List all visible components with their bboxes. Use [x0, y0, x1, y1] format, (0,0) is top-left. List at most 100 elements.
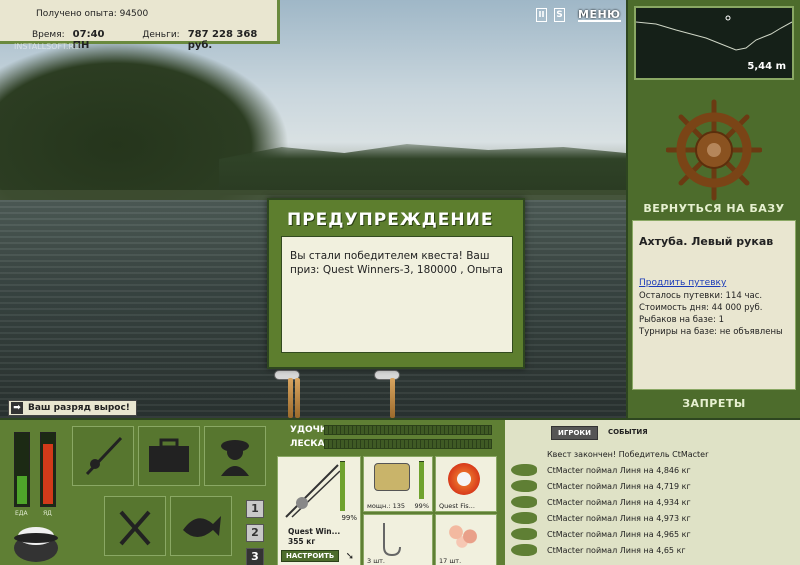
- reel-2[interactable]: [374, 370, 400, 380]
- page-button-2[interactable]: 2: [246, 524, 264, 542]
- list-item: CtMacter поймал Линя на 4,934 кг: [505, 494, 800, 510]
- list-item: CtMacter поймал Линя на 4,65 кг: [505, 542, 800, 558]
- rod-1-handle[interactable]: [295, 378, 300, 418]
- list-item: Квест закончен! Победитель CtMacter: [505, 446, 800, 462]
- fish-slot[interactable]: [170, 496, 232, 556]
- money-value: 787 228 368 руб.: [187, 29, 258, 51]
- fork-knife-icon: [119, 510, 151, 546]
- tackle-box-slot[interactable]: [138, 426, 200, 486]
- money-label: Деньги:: [142, 30, 180, 40]
- page-button-1[interactable]: 1: [246, 500, 264, 518]
- fish-icon: [183, 516, 221, 537]
- reel-card[interactable]: мощн.: 135 99%: [363, 456, 433, 512]
- rod-2[interactable]: [390, 378, 395, 418]
- reel-power: мощн.: 135: [367, 502, 405, 510]
- license-remaining: Осталось путевки: 114 час.: [639, 291, 763, 301]
- fishing-rods-slot[interactable]: [72, 426, 134, 486]
- rod-condition-pct: 99%: [341, 514, 357, 522]
- tab-events[interactable]: СОБЫТИЯ: [602, 426, 654, 440]
- hook-icon: [383, 523, 401, 557]
- list-item: CtMacter поймал Линя на 4,965 кг: [505, 526, 800, 542]
- rod-name: Quest Win...: [288, 527, 341, 536]
- needs-meters: ЕДА ЯД: [8, 428, 64, 518]
- tackle-panel: УДОЧКА ЛЕСКА 99% Quest Win... 355 кг НАС…: [276, 420, 498, 565]
- line-tension-bar: [324, 439, 492, 449]
- events-panel: ИГРОКИ СОБЫТИЯ Квест закончен! Победител…: [502, 420, 800, 565]
- reel-condition-pct: 99%: [414, 502, 429, 510]
- experience-text: Получено опыта: 94500: [36, 9, 149, 19]
- arrow-right-icon: ➡: [11, 402, 23, 414]
- location-info: Ахтуба. Левый рукав Продлить путевку Ост…: [632, 220, 796, 390]
- fish-icon: [511, 512, 537, 524]
- bottom-panel: ЕДА ЯД 1 2 3 УДОЧКА ЛЕСКА 99% Quest Win.…: [0, 418, 800, 565]
- food-meter: [14, 432, 30, 507]
- rod-tension-bar: [324, 425, 492, 435]
- food-slot[interactable]: [104, 496, 166, 556]
- rod-1[interactable]: [288, 378, 293, 418]
- list-item: CtMacter поймал Линя на 4,719 кг: [505, 478, 800, 494]
- line-card[interactable]: Quest Fis...: [435, 456, 497, 512]
- return-to-base-button[interactable]: ВЕРНУТЬСЯ НА БАЗУ: [628, 202, 800, 215]
- anglers-count: Рыбаков на базе: 1: [639, 315, 724, 325]
- event-text: CtMacter поймал Линя на 4,846 кг: [547, 465, 691, 475]
- list-item: CtMacter поймал Линя на 4,846 кг: [505, 462, 800, 478]
- event-text: CtMacter поймал Линя на 4,965 кг: [547, 529, 691, 539]
- extend-license-link[interactable]: Продлить путевку: [639, 278, 789, 288]
- event-text: CtMacter поймал Линя на 4,934 кг: [547, 497, 691, 507]
- line-bar-label: ЛЕСКА: [290, 439, 325, 449]
- rank-up-text: Ваш разряд вырос!: [28, 403, 130, 413]
- cooking-pot-icon[interactable]: [12, 518, 60, 564]
- menu-button[interactable]: МЕНЮ: [578, 8, 621, 22]
- boat-marker-icon: [725, 15, 731, 21]
- tab-players[interactable]: ИГРОКИ: [551, 426, 598, 440]
- events-tabs: ИГРОКИ СОБЫТИЯ: [551, 426, 654, 440]
- bans-button[interactable]: ЗАПРЕТЫ: [628, 397, 800, 410]
- clothing-slot[interactable]: [204, 426, 266, 486]
- tournaments-status: Турниры на базе: не объявлены: [639, 327, 783, 337]
- events-list: Квест закончен! Победитель CtMacter CtMa…: [505, 446, 800, 558]
- bait-card[interactable]: 17 шт.: [435, 514, 497, 565]
- hook-card[interactable]: 3 шт.: [363, 514, 433, 565]
- reel-condition-bar: [419, 461, 424, 499]
- sound-button[interactable]: S: [554, 8, 565, 22]
- event-text: CtMacter поймал Линя на 4,719 кг: [547, 481, 691, 491]
- watermark: INSTALLSOFT.RU: [14, 42, 80, 51]
- fish-icon: [511, 464, 537, 476]
- bait-count: 17 шт.: [439, 557, 462, 565]
- line-spool-icon: [448, 463, 480, 495]
- setup-button[interactable]: НАСТРОИТЬ: [281, 550, 340, 562]
- expand-arrow-icon[interactable]: ➘: [346, 551, 354, 562]
- rod-card[interactable]: 99% Quest Win... 355 кг НАСТРОИТЬ ➘: [277, 456, 361, 565]
- dialog-title: ПРЕДУПРЕЖДЕНИЕ: [287, 210, 494, 230]
- location-name: Ахтуба. Левый рукав: [639, 235, 774, 248]
- depth-readout: 5,44 m: [747, 61, 786, 72]
- warning-dialog[interactable]: ПРЕДУПРЕЖДЕНИЕ Вы стали победителем квес…: [267, 198, 525, 369]
- line-name: Quest Fis...: [439, 502, 475, 510]
- line-durability-row: ЛЕСКА: [276, 438, 496, 450]
- rod-durability-row: УДОЧКА: [276, 424, 496, 436]
- poison-meter: [40, 432, 56, 507]
- rod-bar-label: УДОЧКА: [290, 425, 335, 435]
- rod-condition-bar: [340, 461, 345, 511]
- ship-wheel-icon[interactable]: [666, 98, 762, 202]
- event-text: CtMacter поймал Линя на 4,973 кг: [547, 513, 691, 523]
- rank-up-toast[interactable]: ➡ Ваш разряд вырос!: [8, 400, 137, 416]
- fish-icon: [511, 528, 537, 540]
- rod-max-weight: 355 кг: [288, 537, 316, 546]
- tackle-box-icon: [149, 438, 189, 472]
- day-cost: Стоимость дня: 44 000 руб.: [639, 303, 763, 313]
- page-button-3[interactable]: 3: [246, 548, 264, 565]
- event-text: CtMacter поймал Линя на 4,65 кг: [547, 545, 686, 555]
- rod-icon: [85, 436, 123, 476]
- right-panel: 5,44 m ВЕРНУТЬСЯ НА БАЗУ Ахтуба. Левый р…: [628, 0, 800, 418]
- time-label: Время:: [32, 30, 65, 40]
- depth-map[interactable]: 5,44 m: [634, 6, 794, 80]
- poison-label: ЯД: [43, 510, 52, 517]
- hook-count: 3 шт.: [367, 557, 386, 565]
- fish-icon: [511, 496, 537, 508]
- event-text: Квест закончен! Победитель CtMacter: [547, 449, 709, 459]
- pause-button[interactable]: II: [536, 8, 547, 22]
- rod-icon: [285, 464, 341, 518]
- food-label: ЕДА: [15, 510, 28, 517]
- dialog-message: Вы стали победителем квеста! Ваш приз: Q…: [281, 236, 513, 353]
